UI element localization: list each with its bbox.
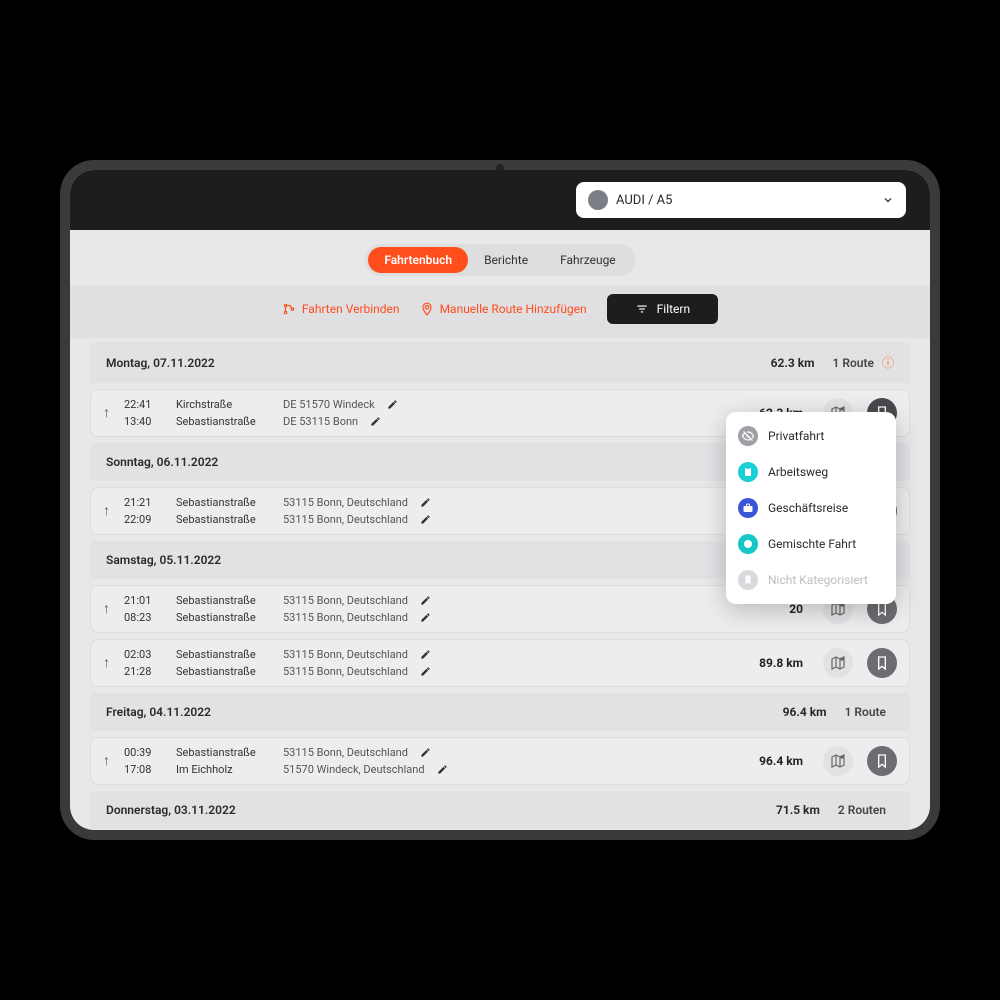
pencil-icon[interactable]: [370, 416, 381, 427]
category-button[interactable]: [867, 648, 897, 678]
tablet-frame: AUDI / A5 Fahrtenbuch Berichte Fahrzeuge…: [60, 160, 940, 840]
category-none[interactable]: Nicht Kategorisiert: [726, 562, 896, 598]
day-route-count: 1 Route: [845, 705, 886, 719]
trip-times: 21:0108:23: [124, 594, 162, 624]
tab-reports[interactable]: Berichte: [468, 247, 544, 273]
trip-card[interactable]: ↑ 00:3917:08 Sebastianstraße53115 Bonn, De…: [90, 737, 910, 785]
day-header: Freitag, 04.11.202296.4 km 1 Route: [90, 693, 910, 731]
trip-locations: KirchstraßeDE 51570 WindeckSebastianstra…: [176, 398, 745, 428]
pencil-icon[interactable]: [420, 612, 431, 623]
direction-arrow: ↑: [103, 656, 110, 670]
trip-locations: Sebastianstraße53115 Bonn, DeutschlandIm…: [176, 746, 745, 776]
pencil-icon[interactable]: [420, 747, 431, 758]
day-date: Freitag, 04.11.2022: [106, 705, 783, 719]
add-manual-route-button[interactable]: Manuelle Route Hinzufügen: [420, 294, 587, 324]
briefcase-icon: [738, 498, 758, 518]
day-header: Montag, 07.11.202262.3 km 1 Route ⓘ: [90, 342, 910, 383]
trip-card[interactable]: ↑ 02:0321:28 Sebastianstraße53115 Bonn, De…: [90, 639, 910, 687]
top-bar: AUDI / A5: [70, 170, 930, 230]
category-business[interactable]: Geschäftsreise: [726, 490, 896, 526]
warning-icon: ⓘ: [882, 354, 894, 371]
trip-distance: 96.4 km: [759, 754, 803, 768]
category-popover: Privatfahrt Arbeitsweg Geschäftsreise Ge…: [726, 412, 896, 604]
mixed-icon: [738, 534, 758, 554]
connect-trips-button[interactable]: Fahrten Verbinden: [282, 294, 400, 324]
branch-icon: [282, 302, 296, 316]
bookmark-icon: [874, 753, 890, 769]
category-button[interactable]: [867, 746, 897, 776]
pencil-icon[interactable]: [420, 649, 431, 660]
day-distance: 62.3 km: [771, 356, 815, 370]
day-date: Donnerstag, 03.11.2022: [106, 803, 776, 817]
category-mixed[interactable]: Gemischte Fahrt: [726, 526, 896, 562]
bookmark-icon: [738, 570, 758, 590]
tab-vehicles[interactable]: Fahrzeuge: [544, 247, 632, 273]
bookmark-icon: [874, 655, 890, 671]
vehicle-label: AUDI / A5: [616, 193, 874, 208]
category-commute[interactable]: Arbeitsweg: [726, 454, 896, 490]
day-distance: 96.4 km: [783, 705, 827, 719]
direction-arrow: ↑: [103, 602, 110, 616]
day-route-count: 1 Route: [833, 356, 874, 370]
clipboard-icon: [738, 462, 758, 482]
pencil-icon[interactable]: [420, 595, 431, 606]
trip-times: 00:3917:08: [124, 746, 162, 776]
pencil-icon[interactable]: [420, 497, 431, 508]
direction-arrow: ↑: [103, 754, 110, 768]
pencil-icon[interactable]: [387, 399, 398, 410]
trip-locations: Sebastianstraße53115 Bonn, DeutschlandSe…: [176, 648, 745, 678]
pencil-icon[interactable]: [420, 666, 431, 677]
vehicle-selector[interactable]: AUDI / A5: [576, 182, 906, 218]
trip-locations: Sebastianstraße53115 Bonn, DeutschlandSe…: [176, 594, 775, 624]
direction-arrow: ↑: [103, 406, 110, 420]
pencil-icon[interactable]: [437, 764, 448, 775]
map-button[interactable]: [823, 648, 853, 678]
chevron-down-icon: [882, 194, 894, 206]
action-bar: Fahrten Verbinden Manuelle Route Hinzufü…: [70, 286, 930, 338]
pencil-icon[interactable]: [420, 514, 431, 525]
day-distance: 71.5 km: [776, 803, 820, 817]
map-icon: [830, 753, 846, 769]
trip-locations: Sebastianstraße53115 Bonn, DeutschlandSe…: [176, 496, 809, 526]
filter-icon: [635, 302, 649, 316]
direction-arrow: ↑: [103, 504, 110, 518]
category-private[interactable]: Privatfahrt: [726, 418, 896, 454]
app-screen: AUDI / A5 Fahrtenbuch Berichte Fahrzeuge…: [70, 170, 930, 830]
day-date: Montag, 07.11.2022: [106, 356, 771, 370]
eye-off-icon: [738, 426, 758, 446]
tab-logbook[interactable]: Fahrtenbuch: [368, 247, 468, 273]
map-button[interactable]: [823, 746, 853, 776]
filter-button[interactable]: Filtern: [607, 294, 718, 324]
trip-times: 21:2122:09: [124, 496, 162, 526]
trip-times: 02:0321:28: [124, 648, 162, 678]
map-pin-icon: [420, 302, 434, 316]
tab-bar: Fahrtenbuch Berichte Fahrzeuge: [70, 230, 930, 286]
trip-distance: 20: [789, 602, 803, 616]
day-header: Donnerstag, 03.11.202271.5 km 2 Routen: [90, 791, 910, 829]
map-icon: [830, 655, 846, 671]
trip-times: 22:4113:40: [124, 398, 162, 428]
day-route-count: 2 Routen: [838, 803, 886, 817]
trip-distance: 89.8 km: [759, 656, 803, 670]
vehicle-avatar: [588, 190, 608, 210]
